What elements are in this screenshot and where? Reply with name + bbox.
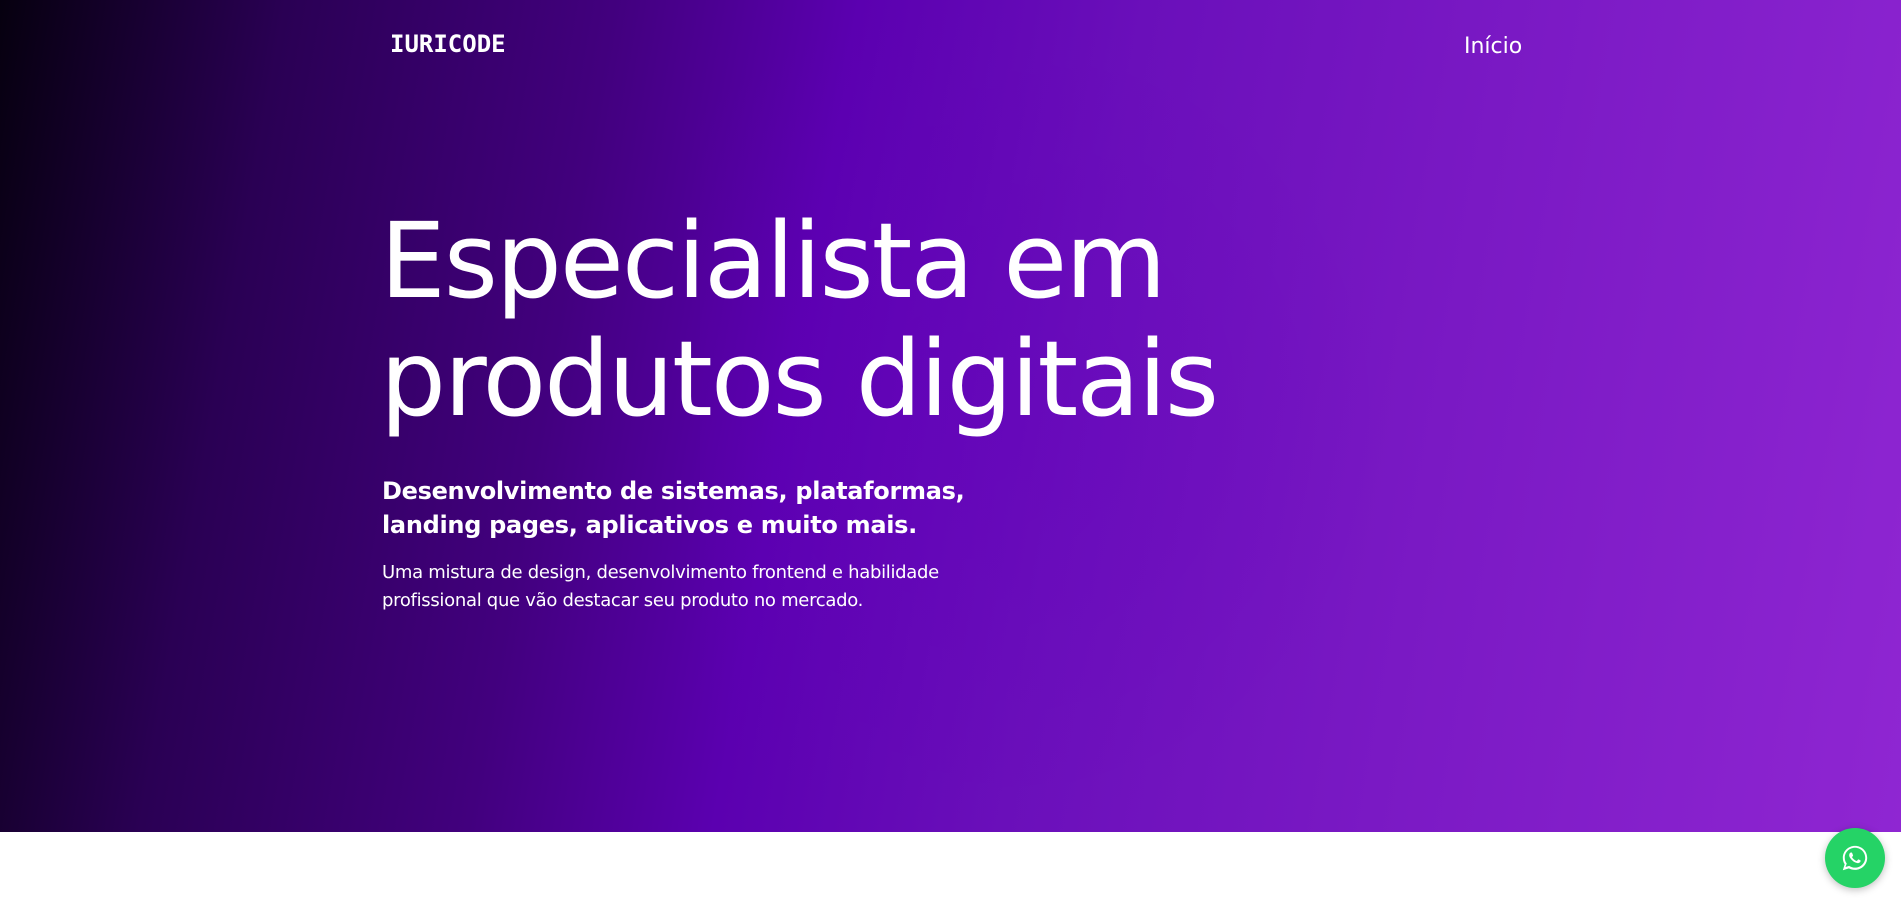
whatsapp-icon (1842, 845, 1868, 871)
hero-section: IURICODE Início Especialista em produtos… (0, 0, 1901, 832)
hero-subtitle-line: landing pages, aplicativos e muito mais. (382, 511, 917, 539)
nav-link-inicio[interactable]: Início (1464, 34, 1522, 59)
logo[interactable]: IURICODE (390, 30, 506, 58)
hero-headline: Especialista em produtos digitais (380, 202, 1380, 438)
hero-headline-line: produtos digitais (380, 318, 1219, 440)
hero-subtitle: Desenvolvimento de sistemas, plataformas… (382, 474, 965, 542)
hero-description-line: Uma mistura de design, desenvolvimento f… (382, 562, 939, 583)
hero-subtitle-line: Desenvolvimento de sistemas, plataformas… (382, 477, 965, 505)
hero-headline-line: Especialista em (380, 200, 1167, 322)
hero-description: Uma mistura de design, desenvolvimento f… (382, 559, 962, 615)
hero-description-line: profissional que vão destacar seu produt… (382, 590, 864, 611)
whatsapp-button[interactable] (1825, 828, 1885, 888)
